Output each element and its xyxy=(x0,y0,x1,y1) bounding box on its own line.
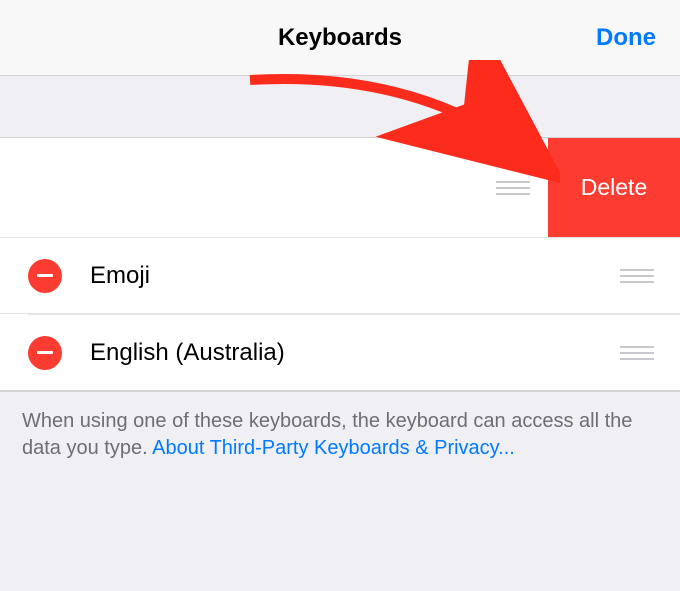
keyboard-row[interactable]: Emoji xyxy=(0,238,680,314)
section-spacer xyxy=(0,76,680,138)
footer-note: When using one of these keyboards, the k… xyxy=(0,391,680,591)
page-title: Keyboards xyxy=(278,24,402,52)
reorder-handle-icon[interactable] xyxy=(620,269,654,283)
keyboard-name: Emoji xyxy=(90,262,620,290)
remove-icon[interactable] xyxy=(28,259,62,293)
delete-button[interactable]: Delete xyxy=(548,138,680,237)
reorder-handle-icon[interactable] xyxy=(620,346,654,360)
privacy-link[interactable]: About Third-Party Keyboards & Privacy... xyxy=(152,437,515,459)
keyboard-name: English (Australia) xyxy=(90,339,620,367)
keyboard-row[interactable]: English (Australia) xyxy=(0,315,680,391)
reorder-handle-icon[interactable] xyxy=(496,181,530,195)
navigation-bar: Keyboards Done xyxy=(0,0,680,76)
done-button[interactable]: Done xyxy=(596,24,656,52)
keyboard-row-swiped[interactable]: oard tiple languages Delete xyxy=(0,138,680,238)
remove-icon[interactable] xyxy=(28,336,62,370)
keyboards-list: oard tiple languages Delete Emoji Englis… xyxy=(0,138,680,391)
